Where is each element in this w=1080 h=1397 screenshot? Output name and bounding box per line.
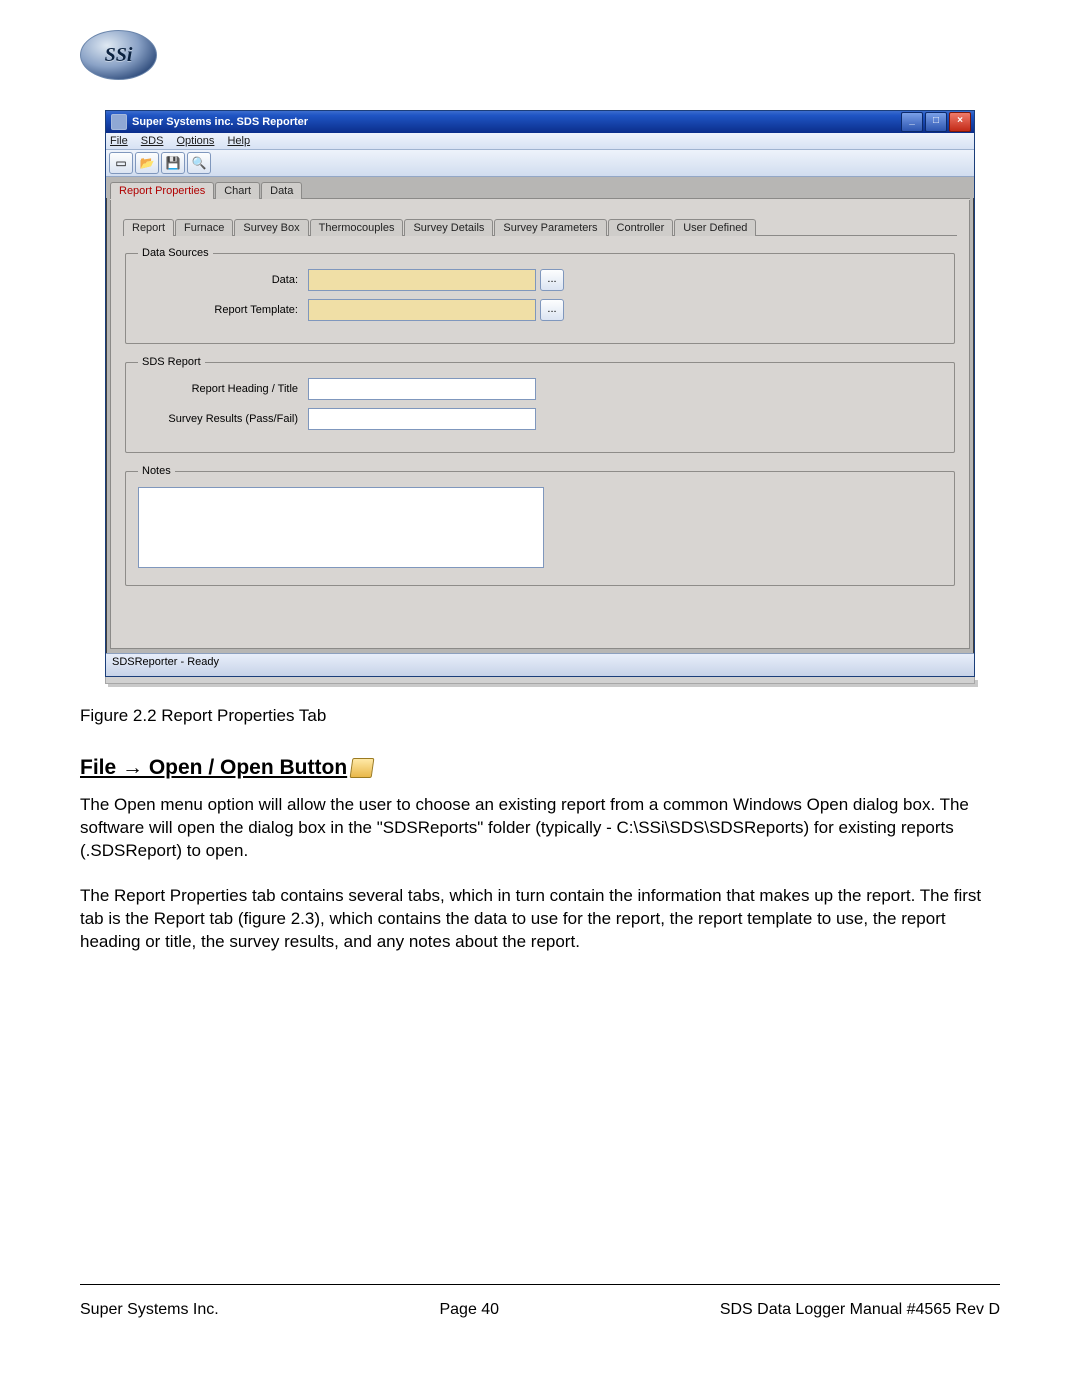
browse-data-button[interactable]: ... [540, 269, 564, 291]
label-report-template: Report Template: [138, 304, 308, 316]
paragraph-2: The Report Properties tab contains sever… [80, 885, 1000, 954]
page-footer: Super Systems Inc. Page 40 SDS Data Logg… [80, 1284, 1000, 1319]
input-data[interactable] [308, 269, 536, 291]
app-icon [111, 114, 127, 130]
section-heading: File → Open / Open Button [80, 756, 1000, 780]
footer-center: Page 40 [439, 1301, 499, 1319]
window-shadow [105, 677, 975, 684]
ssi-logo: SSi [80, 30, 157, 80]
group-data-sources: Data Sources Data: ... Report Template: … [125, 247, 955, 344]
subtab-survey-parameters[interactable]: Survey Parameters [494, 219, 606, 236]
subtab-survey-box[interactable]: Survey Box [234, 219, 308, 236]
maximize-button[interactable]: □ [925, 112, 947, 132]
browse-template-button[interactable]: ... [540, 299, 564, 321]
open-folder-icon [350, 758, 375, 778]
subtab-thermocouples[interactable]: Thermocouples [310, 219, 404, 236]
footer-right: SDS Data Logger Manual #4565 Rev D [720, 1301, 1000, 1319]
label-report-heading: Report Heading / Title [138, 383, 308, 395]
open-icon[interactable]: 📂 [135, 152, 159, 174]
main-tabs: Report Properties Chart Data [106, 177, 974, 198]
app-window: Super Systems inc. SDS Reporter _ □ × Fi… [105, 110, 975, 677]
toolbar: ▭ 📂 💾 🔍 [106, 150, 974, 177]
close-button[interactable]: × [949, 112, 971, 132]
window-title: Super Systems inc. SDS Reporter [132, 116, 308, 128]
new-icon[interactable]: ▭ [109, 152, 133, 174]
subtab-controller[interactable]: Controller [608, 219, 674, 236]
footer-left: Super Systems Inc. [80, 1301, 219, 1319]
group-sds-report: SDS Report Report Heading / Title Survey… [125, 356, 955, 453]
figure-caption: Figure 2.2 Report Properties Tab [80, 706, 1000, 726]
group-notes: Notes [125, 465, 955, 586]
menu-sds[interactable]: SDS [141, 135, 164, 147]
subtab-survey-details[interactable]: Survey Details [404, 219, 493, 236]
tab-chart[interactable]: Chart [215, 182, 260, 199]
menu-file[interactable]: File [110, 135, 128, 147]
form-area: Report Furnace Survey Box Thermocouples … [110, 200, 970, 649]
textarea-notes[interactable] [138, 487, 544, 568]
menu-options[interactable]: Options [176, 135, 214, 147]
status-bar: SDSReporter - Ready [106, 653, 974, 676]
label-survey-results: Survey Results (Pass/Fail) [138, 413, 308, 425]
menu-help[interactable]: Help [227, 135, 250, 147]
paragraph-1: The Open menu option will allow the user… [80, 794, 1000, 863]
tab-data[interactable]: Data [261, 182, 302, 199]
save-icon[interactable]: 💾 [161, 152, 185, 174]
legend-data-sources: Data Sources [138, 247, 213, 259]
subtab-furnace[interactable]: Furnace [175, 219, 233, 236]
label-data: Data: [138, 274, 308, 286]
subtab-user-defined[interactable]: User Defined [674, 219, 756, 236]
input-report-heading[interactable] [308, 378, 536, 400]
minimize-button[interactable]: _ [901, 112, 923, 132]
input-report-template[interactable] [308, 299, 536, 321]
window-titlebar: Super Systems inc. SDS Reporter _ □ × [106, 111, 974, 133]
legend-notes: Notes [138, 465, 175, 477]
input-survey-results[interactable] [308, 408, 536, 430]
print-preview-icon[interactable]: 🔍 [187, 152, 211, 174]
tab-report-properties[interactable]: Report Properties [110, 182, 214, 199]
subtab-report[interactable]: Report [123, 219, 174, 236]
sub-tabs: Report Furnace Survey Box Thermocouples … [123, 218, 957, 235]
menubar: File SDS Options Help [106, 133, 974, 150]
section-heading-text: File → Open / Open Button [80, 756, 347, 780]
legend-sds-report: SDS Report [138, 356, 205, 368]
